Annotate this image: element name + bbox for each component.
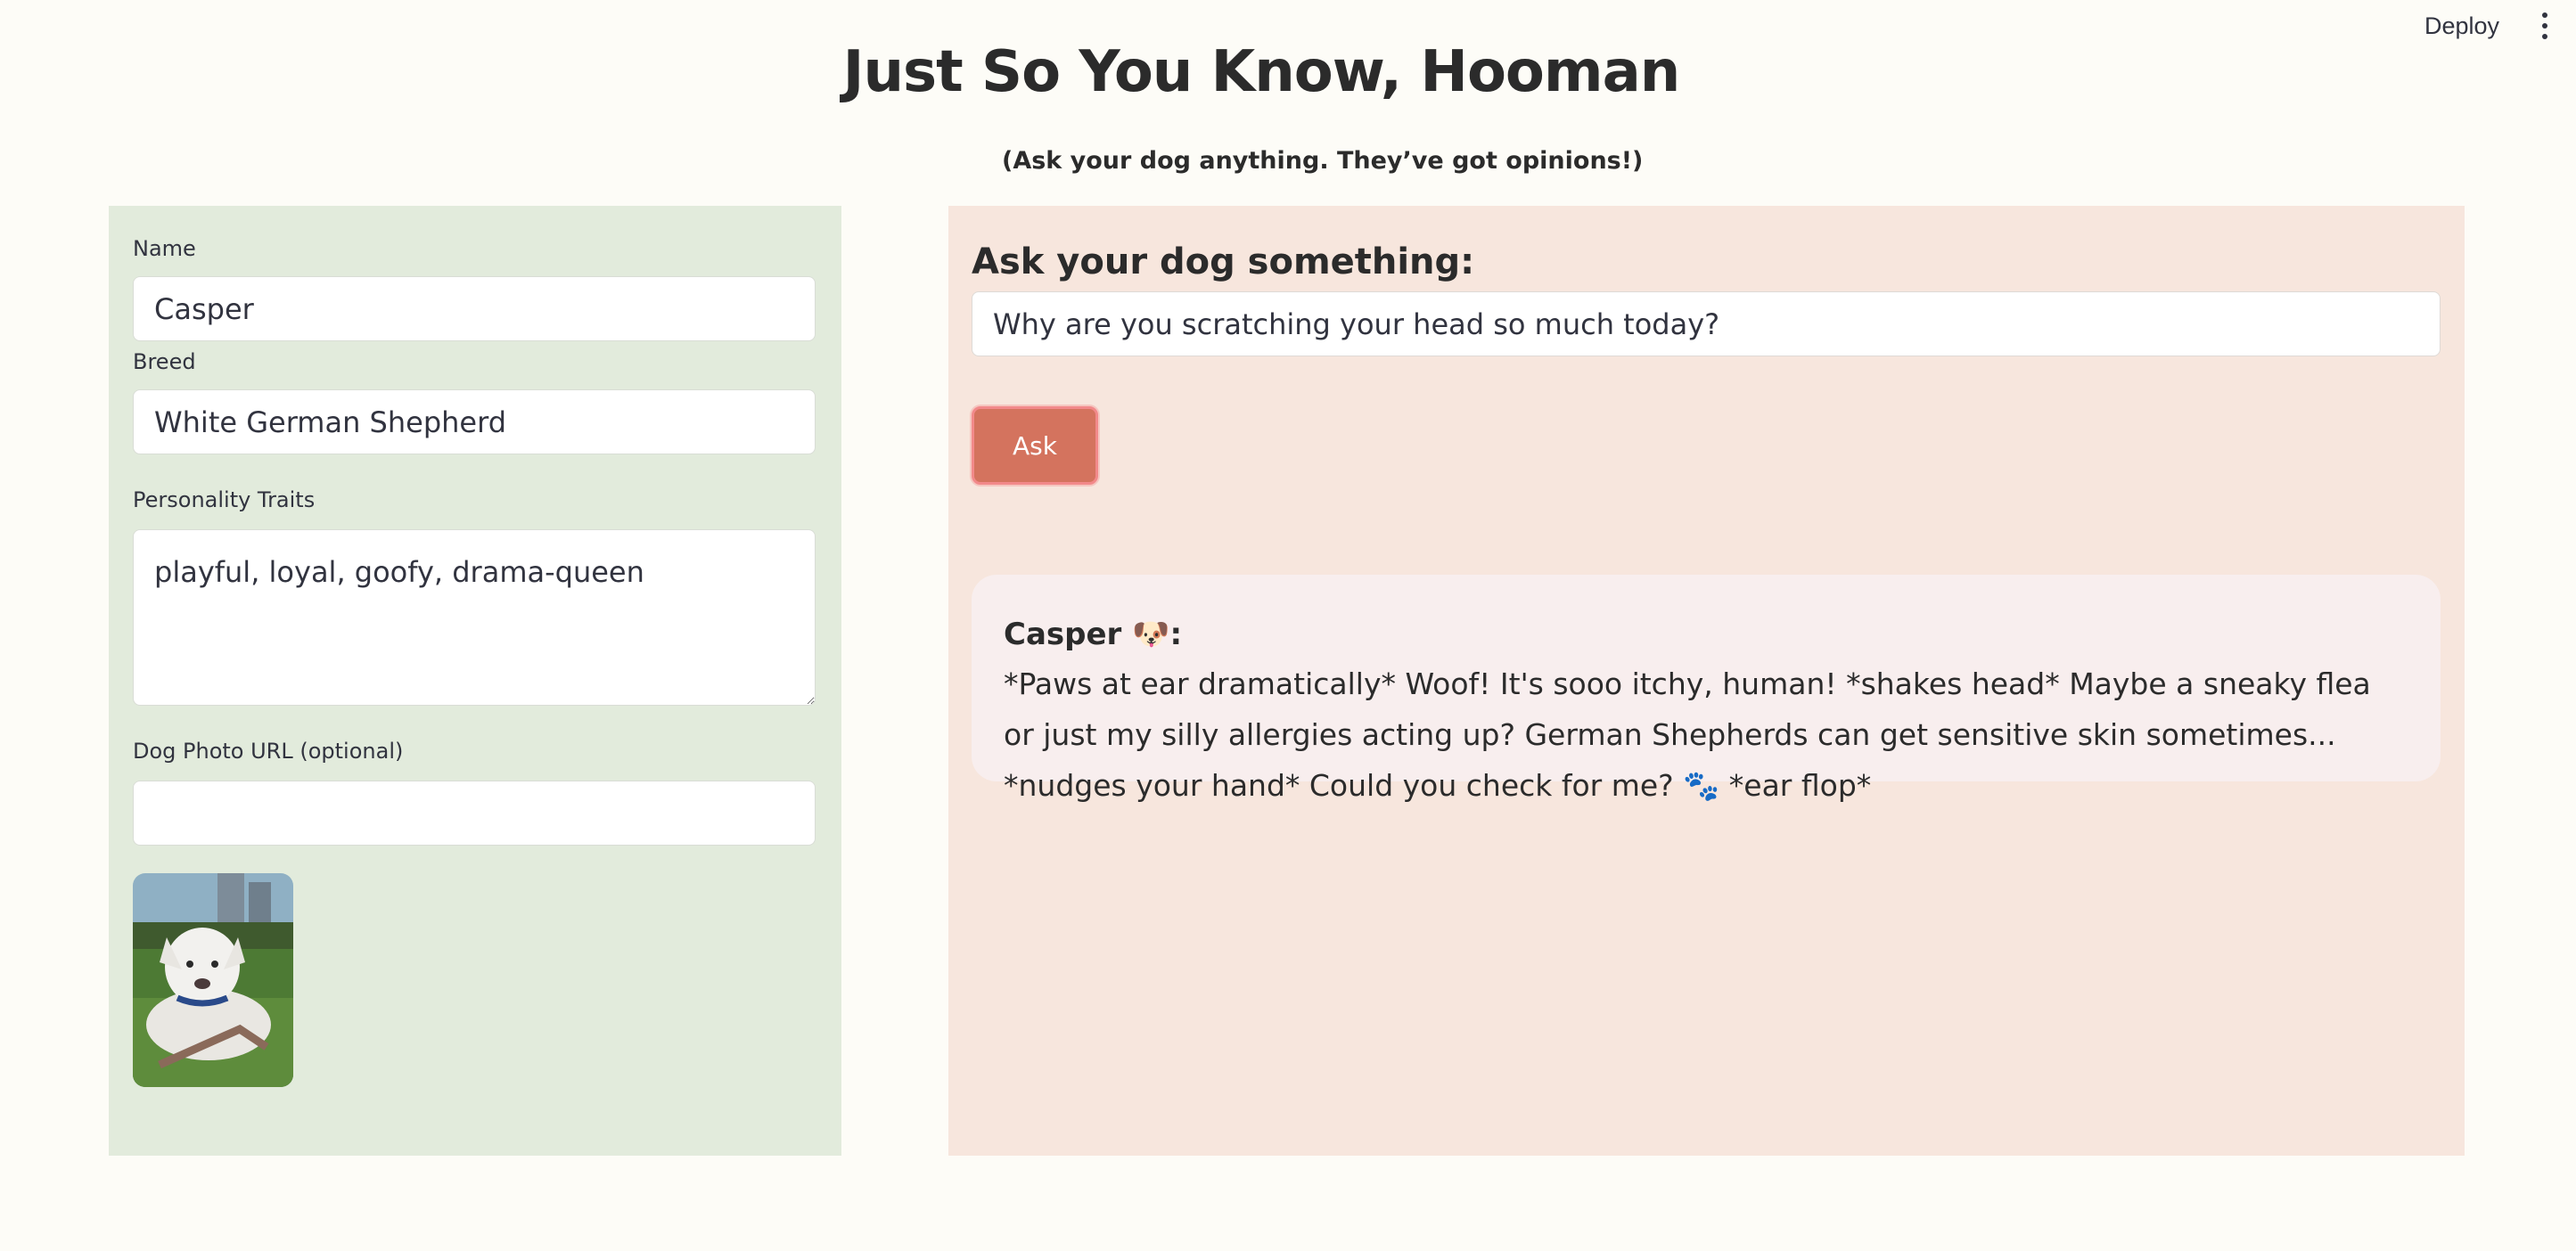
personality-traits-textarea[interactable]: playful, loyal, goofy, drama-queen: [133, 529, 816, 706]
name-input[interactable]: [133, 276, 816, 341]
answer-speaker: Casper 🐶:: [1004, 617, 1183, 652]
chat-panel: Ask your dog something: Ask Casper 🐶: *P…: [948, 206, 2465, 1156]
deploy-button[interactable]: Deploy: [2424, 12, 2499, 40]
photo-url-label: Dog Photo URL (optional): [133, 739, 404, 764]
personality-traits-label: Personality Traits: [133, 487, 316, 512]
breed-label: Breed: [133, 349, 196, 374]
photo-url-input[interactable]: [133, 781, 816, 846]
dog-profile-panel: Name Breed Personality Traits playful, l…: [109, 206, 841, 1156]
question-input[interactable]: [972, 291, 2441, 356]
breed-input[interactable]: [133, 389, 816, 454]
ask-heading: Ask your dog something:: [972, 241, 1475, 282]
name-label: Name: [133, 236, 196, 261]
page-subtitle: (Ask your dog anything. They’ve got opin…: [1002, 147, 1644, 175]
dog-photo: [133, 873, 293, 1087]
dog-answer-card: Casper 🐶: *Paws at ear dramatically* Woo…: [972, 575, 2441, 803]
page-title: Just So You Know, Hooman: [842, 39, 1681, 105]
ask-button[interactable]: Ask: [972, 406, 1098, 485]
kebab-menu-icon[interactable]: [2531, 12, 2558, 39]
answer-text: *Paws at ear dramatically* Woof! It's so…: [1004, 666, 2371, 803]
